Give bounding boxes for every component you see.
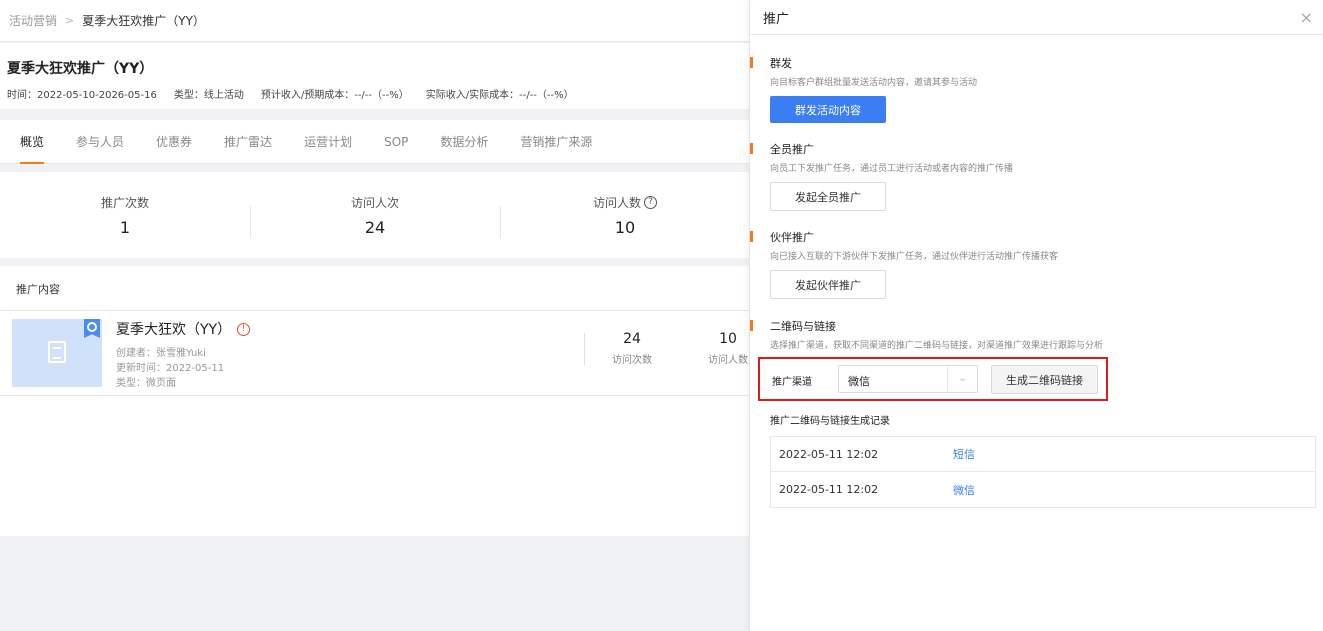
tab-data-analysis[interactable]: 数据分析 <box>440 120 488 164</box>
section-desc: 选择推广渠道，获取不同渠道的推广二维码与链接，对渠道推广效果进行跟踪与分析 <box>770 341 1104 351</box>
breadcrumb: 活动营销 > 夏季大狂欢推广（YY） <box>0 0 750 42</box>
document-icon <box>48 341 66 363</box>
generate-qr-link-button[interactable]: 生成二维码链接 <box>991 365 1098 394</box>
record-time: 2022-05-11 12:02 <box>779 447 879 461</box>
stat-label: 访问人数 <box>708 355 748 366</box>
drawer-header: 推广 × <box>750 0 1323 35</box>
content-type: 类型：微页面 <box>116 378 176 389</box>
table-row: 2022-05-11 12:02 短信 <box>771 437 1315 472</box>
page-title: 夏季大狂欢推广（YY） <box>7 61 154 77</box>
content-updated: 更新时间：2022-05-11 <box>116 363 225 374</box>
tab-overview[interactable]: 概览 <box>20 120 45 164</box>
content-thumbnail <box>12 319 102 387</box>
section-title: 推广内容 <box>0 266 750 311</box>
channel-selected-value: 微信 <box>848 375 870 388</box>
stat-promotion-count: 推广次数 1 <box>0 194 250 237</box>
stat-visit-count: 访问人次 24 <box>250 194 500 238</box>
tab-coupons[interactable]: 优惠券 <box>156 120 192 164</box>
tab-participants[interactable]: 参与人员 <box>76 120 124 164</box>
stat-label: 推广次数 <box>100 195 149 210</box>
section-desc: 向目标客户群组批量发送活动内容，邀请其参与活动 <box>770 78 978 88</box>
content-title[interactable]: 夏季大狂欢（YY） ! <box>116 319 251 339</box>
breadcrumb-parent-link[interactable]: 活动营销 <box>9 12 57 29</box>
tab-promotion-radar[interactable]: 推广雷达 <box>224 120 272 164</box>
tab-bar: 概览 参与人员 优惠券 推广雷达 运营计划 SOP 数据分析 营销推广来源 <box>0 120 750 164</box>
channel-label: 推广渠道 <box>772 377 812 388</box>
section-title: 群发 <box>770 57 792 70</box>
content-visitor-stat: 10 访问人数 <box>708 331 748 366</box>
help-icon[interactable]: ? <box>644 195 657 209</box>
drawer-title: 推广 <box>763 11 790 27</box>
tab-promotion-source[interactable]: 营销推广来源 <box>520 120 592 164</box>
section-title: 伙伴推广 <box>770 231 814 244</box>
content-visit-stat: 24 访问次数 <box>612 331 652 366</box>
divider <box>584 333 585 365</box>
section-marker <box>750 231 753 242</box>
records-table: 2022-05-11 12:02 短信 2022-05-11 12:02 微信 <box>770 436 1316 508</box>
stat-value: 1 <box>119 217 131 237</box>
section-title: 全员推广 <box>770 143 814 156</box>
section-marker <box>750 57 753 68</box>
stat-label: 访问次数 <box>612 355 652 366</box>
record-channel-link[interactable]: 微信 <box>953 482 975 498</box>
breadcrumb-current: 夏季大狂欢推广（YY） <box>82 14 205 28</box>
stats-panel: 推广次数 1 访问人次 24 访问人数 ? 10 <box>0 172 750 258</box>
meta-expected: 预计收入/预期成本：--/--（--%） <box>260 90 409 101</box>
partner-promotion-button[interactable]: 发起伙伴推广 <box>770 270 886 299</box>
promotion-content-card: 推广内容 夏季大狂欢（YY） ! 创建者：张雪雅Yuki 更新时间：2022-0… <box>0 266 750 536</box>
stat-visitor-count: 访问人数 ? 10 <box>500 194 750 238</box>
content-creator: 创建者：张雪雅Yuki <box>116 348 206 359</box>
bookmark-badge-icon <box>84 319 100 338</box>
record-time: 2022-05-11 12:02 <box>779 483 879 496</box>
breadcrumb-chevron-icon: > <box>65 14 75 27</box>
stat-value: 10 <box>719 331 737 347</box>
activity-meta: 时间：2022-05-10-2026-05-16 类型：线上活动 预计收入/预期… <box>7 86 750 101</box>
record-channel-link[interactable]: 短信 <box>953 446 975 462</box>
promotion-drawer: 推广 × 群发 向目标客户群组批量发送活动内容，邀请其参与活动 群发活动内容 全… <box>749 0 1323 631</box>
meta-time: 时间：2022-05-10-2026-05-16 <box>7 90 157 101</box>
section-marker <box>750 143 753 154</box>
activity-header: 夏季大狂欢推广（YY） 时间：2022-05-10-2026-05-16 类型：… <box>0 43 750 109</box>
warning-icon[interactable]: ! <box>237 322 251 336</box>
content-title-text: 夏季大狂欢（YY） <box>116 322 232 338</box>
section-desc: 向已接入互联的下游伙伴下发推广任务，通过伙伴进行活动推广传播获客 <box>770 252 1059 262</box>
channel-highlight-box: 推广渠道 微信 ⌄ 生成二维码链接 <box>758 357 1108 401</box>
stat-value: 24 <box>623 331 641 347</box>
close-icon[interactable]: × <box>1300 8 1313 27</box>
all-staff-promotion-button[interactable]: 发起全员推广 <box>770 182 886 211</box>
stat-value: 10 <box>614 217 636 237</box>
stat-value: 24 <box>364 217 386 237</box>
tab-sop[interactable]: SOP <box>384 120 408 164</box>
stat-label: 访问人数 <box>592 195 641 210</box>
tab-operation-plan[interactable]: 运营计划 <box>304 120 352 164</box>
section-title: 二维码与链接 <box>770 320 836 333</box>
meta-actual: 实际收入/实际成本：--/--（--%） <box>425 90 574 101</box>
activity-detail-page: 活动营销 > 夏季大狂欢推广（YY） 夏季大狂欢推广（YY） 时间：2022-0… <box>0 0 750 631</box>
section-marker <box>750 320 753 331</box>
mass-send-button[interactable]: 群发活动内容 <box>770 96 886 123</box>
stat-label: 访问人次 <box>350 195 399 210</box>
channel-select[interactable]: 微信 ⌄ <box>838 365 978 393</box>
meta-type: 类型：线上活动 <box>173 90 244 101</box>
chevron-down-icon[interactable]: ⌄ <box>947 366 977 392</box>
list-item[interactable]: 夏季大狂欢（YY） ! 创建者：张雪雅Yuki 更新时间：2022-05-11 … <box>0 311 750 396</box>
section-desc: 向员工下发推广任务，通过员工进行活动或者内容的推广传播 <box>770 164 1014 174</box>
table-row: 2022-05-11 12:02 微信 <box>771 472 1315 507</box>
records-title: 推广二维码与链接生成记录 <box>770 416 890 427</box>
